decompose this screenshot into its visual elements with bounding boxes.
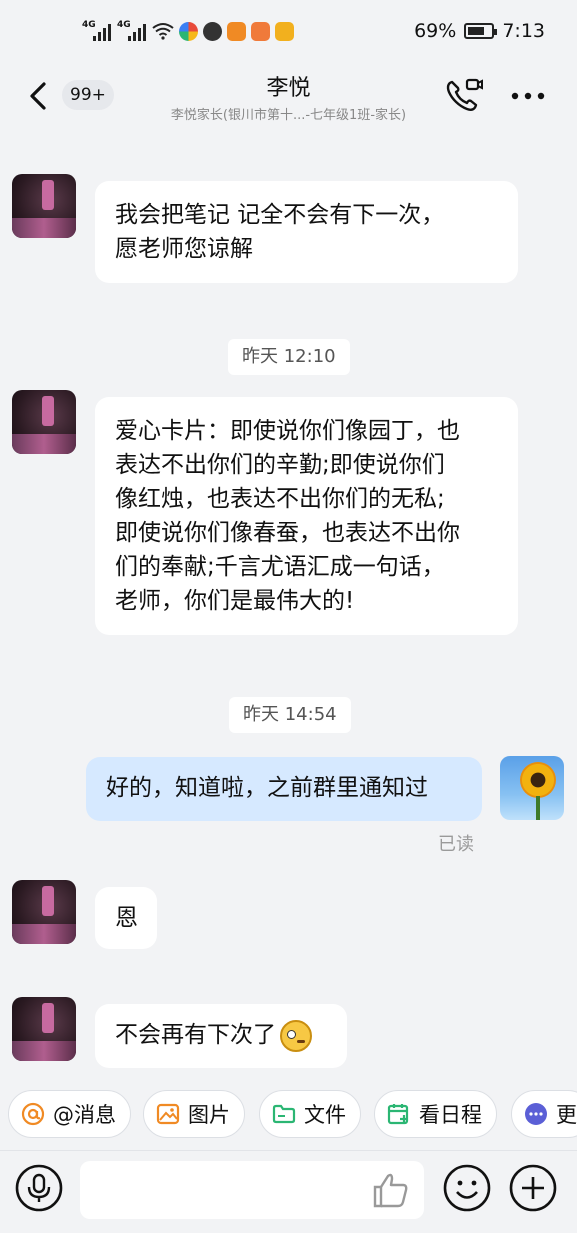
- message-text-line: 即使说你们像春蚕，也表达不出你: [115, 520, 460, 546]
- contact-avatar[interactable]: [12, 390, 76, 454]
- message-text-line: 表达不出你们的辛勤;即使说你们: [115, 452, 445, 478]
- signal-strength-icon-2: 4G: [117, 20, 147, 42]
- yellow-chat-icon: [275, 21, 294, 41]
- chip-label: @消息: [53, 1103, 116, 1127]
- contact-avatar[interactable]: [12, 997, 76, 1061]
- orange-heart-icon: [251, 21, 270, 41]
- battery-icon: [464, 23, 498, 39]
- contact-avatar[interactable]: [12, 174, 76, 238]
- wifi-icon: [152, 23, 174, 40]
- more-chip[interactable]: 更: [511, 1090, 577, 1138]
- message-text: 好的，知道啦，之前群里通知过: [106, 775, 428, 801]
- message-text-line: 我会把笔记 记全不会有下一次，: [115, 202, 445, 228]
- more-options-icon[interactable]: [508, 78, 548, 114]
- message-bubble[interactable]: 不会再有下次了: [95, 1004, 347, 1068]
- status-icons-left: 4G 4G: [82, 20, 294, 42]
- my-avatar[interactable]: [500, 756, 564, 820]
- plus-icon[interactable]: [508, 1163, 558, 1213]
- image-chip[interactable]: 图片: [143, 1090, 245, 1138]
- voice-input-icon[interactable]: [14, 1163, 64, 1213]
- folder-icon: [272, 1104, 296, 1124]
- status-icons-right: 69% 7:13: [414, 20, 545, 42]
- status-bar: 4G 4G 69% 7:13: [0, 0, 577, 66]
- timestamp-divider: 昨天 14:54: [229, 697, 351, 733]
- message-bubble[interactable]: 恩: [95, 887, 157, 949]
- image-icon: [156, 1103, 180, 1125]
- thumbs-up-icon[interactable]: [370, 1169, 412, 1211]
- chip-label: 文件: [304, 1103, 346, 1127]
- quick-action-bar: @消息 图片 文件 看日程 更: [0, 1085, 577, 1143]
- message-text-line: 老师，你们是最伟大的!: [115, 588, 355, 614]
- file-chip[interactable]: 文件: [259, 1090, 361, 1138]
- my-message-bubble[interactable]: 好的，知道啦，之前群里通知过: [86, 757, 482, 821]
- contact-subtitle: 李悦家长(银川市第十...-七年级1班-家长): [170, 108, 407, 123]
- contact-name: 李悦: [266, 76, 311, 101]
- mention-chip[interactable]: @消息: [8, 1090, 131, 1138]
- chip-label: 看日程: [419, 1103, 482, 1127]
- orange-video-icon: [227, 21, 246, 41]
- emoji-icon[interactable]: [442, 1163, 492, 1213]
- message-text-line: 爱心卡片：即使说你们像园丁，也: [115, 418, 460, 444]
- at-sign-icon: [21, 1102, 45, 1126]
- message-text-line: 们的奉献;千言尤语汇成一句话，: [115, 554, 445, 580]
- message-bubble[interactable]: 爱心卡片：即使说你们像园丁，也 表达不出你们的辛勤;即使说你们 像红烛，也表达不…: [95, 397, 518, 635]
- message-text: 恩: [115, 905, 138, 931]
- colorful-pinwheel-icon: [179, 21, 198, 41]
- phone-video-call-icon[interactable]: [443, 76, 485, 116]
- timestamp-divider: 昨天 12:10: [228, 339, 350, 375]
- message-text-line: 愿老师您谅解: [115, 236, 253, 262]
- dizzy-face-emoji-icon: [280, 1019, 312, 1052]
- read-receipt: 已读: [438, 834, 474, 855]
- calendar-add-icon: [387, 1104, 409, 1125]
- schedule-chip[interactable]: 看日程: [374, 1090, 497, 1138]
- battery-percent: 69%: [414, 20, 457, 42]
- chat-header: 99+ 李悦 李悦家长(银川市第十...-七年级1班-家长): [0, 66, 577, 136]
- message-text: 不会再有下次了: [115, 1022, 276, 1048]
- chip-label: 图片: [188, 1103, 230, 1127]
- message-bubble[interactable]: 我会把笔记 记全不会有下一次， 愿老师您谅解: [95, 181, 518, 283]
- globe-icon: [203, 21, 222, 41]
- contact-avatar[interactable]: [12, 880, 76, 944]
- clock: 7:13: [502, 20, 545, 42]
- message-input-bar: [0, 1150, 577, 1233]
- chip-label: 更: [556, 1103, 577, 1127]
- more-dots-icon: [525, 1103, 547, 1125]
- message-text-line: 像红烛，也表达不出你们的无私;: [115, 486, 445, 512]
- signal-strength-icon: 4G: [82, 20, 112, 42]
